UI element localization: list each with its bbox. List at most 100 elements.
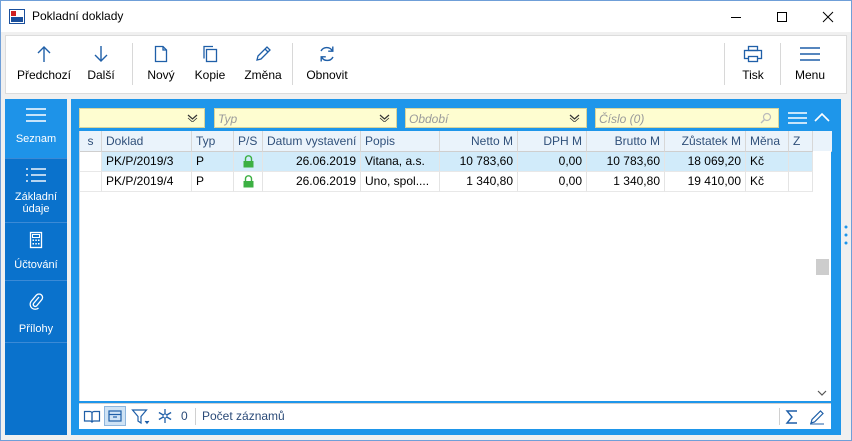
maximize-icon	[777, 11, 787, 22]
column-header-netto[interactable]: Netto M	[440, 131, 518, 152]
column-header-mena[interactable]: Měna	[746, 131, 789, 152]
pencil-icon[interactable]	[809, 409, 825, 425]
next-label: Další	[87, 68, 115, 82]
hamburger-icon	[788, 112, 807, 124]
sum-icon[interactable]	[785, 409, 799, 425]
records-table: s Doklad Typ P/S Datum vystavení Popis N…	[79, 131, 832, 401]
print-label: Tisk	[742, 68, 764, 82]
column-header-ps[interactable]: P/S	[234, 131, 263, 152]
column-header-dph[interactable]: DPH M	[518, 131, 587, 152]
row-cell-doklad: PK/P/2019/3	[102, 152, 192, 172]
scroll-down-arrow-icon	[817, 390, 827, 396]
row-cell-z	[789, 152, 813, 172]
printer-icon	[743, 45, 763, 63]
nav-item-label: Základní údaje	[14, 191, 58, 215]
menu-label: Menu	[794, 68, 826, 82]
toolbar-separator	[292, 43, 293, 85]
lock-icon	[243, 175, 253, 188]
row-cell-typ: P	[192, 172, 234, 192]
filter-icon[interactable]	[131, 408, 151, 426]
search-icon	[760, 112, 772, 124]
row-cell-netto: 1 340,80	[440, 172, 518, 192]
archive-toggle-button[interactable]	[104, 406, 126, 426]
filter-type[interactable]: Typ	[214, 108, 397, 128]
row-cell-doklad: PK/P/2019/4	[102, 172, 192, 192]
vertical-scrollbar[interactable]	[813, 151, 831, 401]
filter-number-placeholder: Číslo (0)	[599, 112, 645, 126]
column-header-z[interactable]: Z	[789, 131, 813, 152]
nav-item-label: Přílohy	[18, 323, 54, 335]
toolbar-separator	[724, 43, 725, 85]
row-cell-datum: 26.06.2019	[263, 152, 361, 172]
row-cell-zustatek: 18 069,20	[665, 152, 746, 172]
filter-period-placeholder: Období	[409, 112, 449, 126]
toolbar: Předchozí Další Nový Kopie Změna Obnovit…	[5, 35, 847, 94]
column-header-doklad[interactable]: Doklad	[102, 131, 192, 152]
maximize-button[interactable]	[759, 1, 805, 32]
nav-item-attachments[interactable]: Přílohy	[5, 281, 67, 343]
new-button[interactable]: Nový	[140, 36, 182, 93]
refresh-button[interactable]: Obnovit	[300, 36, 354, 93]
edit-button[interactable]: Změna	[238, 36, 288, 93]
splitter-grip-icon[interactable]	[843, 223, 849, 247]
arrow-up-icon	[37, 46, 51, 62]
column-header-zustatek[interactable]: Zůstatek M	[665, 131, 746, 152]
filter-number[interactable]: Číslo (0)	[595, 108, 779, 128]
record-count-link[interactable]: Počet záznamů	[202, 409, 285, 423]
book-icon[interactable]	[83, 409, 101, 424]
lock-icon	[243, 155, 253, 168]
nav-item-list[interactable]: Seznam	[5, 99, 67, 159]
column-header-datum[interactable]: Datum vystavení	[263, 131, 361, 152]
previous-button[interactable]: Předchozí	[12, 36, 76, 93]
row-cell-netto: 10 783,60	[440, 152, 518, 172]
archive-icon	[108, 410, 122, 422]
column-header-filler	[813, 131, 832, 152]
filter-period[interactable]: Období	[405, 108, 587, 128]
calculator-icon	[29, 231, 43, 249]
row-cell-popis: Vitana, a.s.	[361, 152, 440, 172]
row-cell-z	[789, 172, 813, 192]
list-icon	[26, 108, 46, 122]
app-window: Pokladní doklady Předchozí Další Nový Ko…	[0, 0, 852, 441]
arrow-down-icon	[94, 46, 108, 62]
row-cell-popis: Uno, spol....	[361, 172, 440, 192]
status-separator	[195, 408, 196, 425]
print-button[interactable]: Tisk	[732, 36, 774, 93]
row-cell-typ: P	[192, 152, 234, 172]
row-cell-mena: Kč	[746, 152, 789, 172]
toolbar-separator	[132, 43, 133, 85]
minimize-button[interactable]	[713, 1, 759, 32]
column-header-s[interactable]: s	[80, 131, 102, 152]
next-button[interactable]: Další	[78, 36, 124, 93]
copy-button[interactable]: Kopie	[188, 36, 232, 93]
copy-label: Kopie	[194, 68, 226, 82]
row-cell-s	[80, 152, 102, 172]
column-header-popis[interactable]: Popis	[361, 131, 440, 152]
details-icon	[26, 168, 46, 182]
row-cell-ps	[234, 172, 263, 192]
filter-menu-button[interactable]	[786, 108, 809, 128]
paperclip-icon	[29, 293, 44, 310]
filter-count: 0	[181, 409, 188, 423]
row-cell-dph: 0,00	[518, 152, 587, 172]
column-header-typ[interactable]: Typ	[192, 131, 234, 152]
close-button[interactable]	[805, 1, 851, 32]
side-navigation: Seznam Základní údaje Účtování Přílohy	[5, 99, 67, 435]
menu-button[interactable]: Menu	[788, 36, 832, 93]
close-icon	[822, 11, 834, 22]
snowflake-icon[interactable]	[157, 408, 173, 424]
dropdown-chevron-icon	[187, 114, 198, 122]
collapse-filters-button[interactable]	[811, 108, 833, 128]
column-header-brutto[interactable]: Brutto M	[587, 131, 665, 152]
row-cell-datum: 26.06.2019	[263, 172, 361, 192]
nav-item-details[interactable]: Základní údaje	[5, 159, 67, 223]
dropdown-chevron-icon	[379, 114, 390, 122]
filter-first[interactable]	[79, 108, 205, 128]
scrollbar-thumb[interactable]	[816, 259, 829, 275]
nav-item-accounting[interactable]: Účtování	[5, 223, 67, 281]
nav-item-label: Účtování	[14, 259, 58, 271]
refresh-icon	[320, 46, 334, 62]
row-cell-dph: 0,00	[518, 172, 587, 192]
window-title: Pokladní doklady	[32, 9, 124, 23]
edit-label: Změna	[244, 68, 282, 82]
